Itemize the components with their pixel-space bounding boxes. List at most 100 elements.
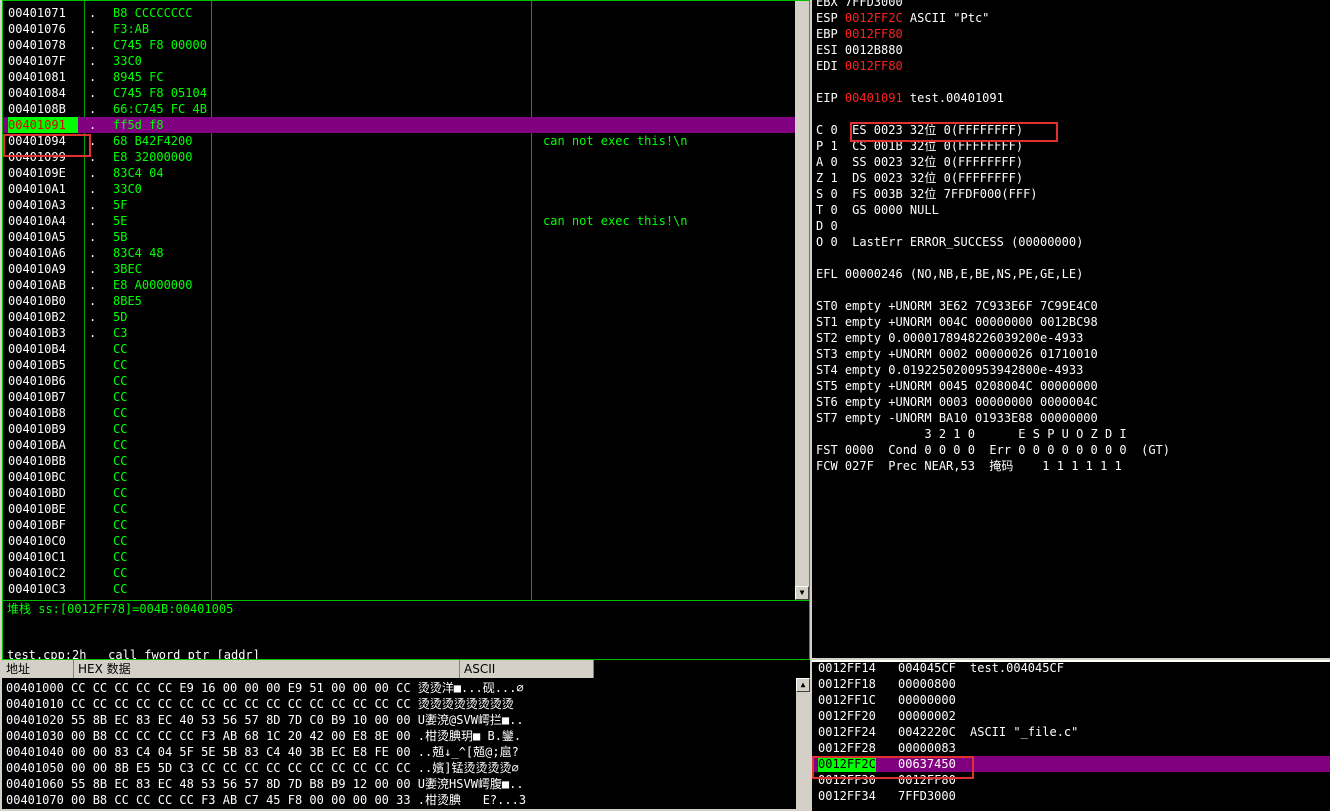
stack-address: 0012FF24 [818,725,876,739]
register-line[interactable]: ST3 empty +UNORM 0002 00000026 01710010 [816,346,1098,362]
disassembly-row[interactable]: 004010C3CCint3 [3,581,795,597]
disassembly-row[interactable]: 00401091.ff5d f8call far fword ptr ss:[e… [3,117,795,133]
disassembly-row[interactable]: 004010C1CCint3 [3,549,795,565]
register-line[interactable]: FCW 027F Prec NEAR,53 掩码 1 1 1 1 1 1 [816,458,1122,474]
disassembly-row[interactable]: 004010A1.33C0xor eax,eax [3,181,795,197]
highlight-box [850,122,1058,142]
instruction-address: 004010B5 [8,358,66,372]
disassembly-row[interactable]: 00401078.C745 F8 00000mov dword ptr ss:[… [3,37,795,53]
stack-row[interactable]: 0012FF1C 00000000 [812,692,1330,708]
disassembly-row[interactable]: 004010B4CCint3 [3,341,795,357]
dump-row[interactable]: 00401020 55 8B EC 83 EC 40 53 56 57 8D 7… [6,712,524,728]
register-line[interactable]: ST4 empty 0.0192250200953942800e-4933 [816,362,1083,378]
register-line[interactable]: EFL 00000246 (NO,NB,E,BE,NS,PE,GE,LE) [816,266,1083,282]
disassembly-row[interactable]: 004010B0.8BE5mov esp,ebp [3,293,795,309]
disassembly-row[interactable]: 004010B9CCint3 [3,421,795,437]
disassembly-row[interactable]: 004010A4.5Epop esican not exec this!\n [3,213,795,229]
register-line[interactable]: A 0 SS 0023 32位 0(FFFFFFFF) [816,154,1023,170]
register-line[interactable]: O 0 LastErr ERROR_SUCCESS (00000000) [816,234,1083,250]
stack-row[interactable]: 0012FF20 00000002 [812,708,1330,724]
disassembly-row[interactable]: 004010A6.83C4 48add esp,0x48 [3,245,795,261]
disassembly-row[interactable]: 004010B2.5Dpop ebp [3,309,795,325]
disassembly-row[interactable]: 004010A9.3BECcmp ebp,esp [3,261,795,277]
scroll-up-icon[interactable]: ▲ [796,678,810,692]
dump-header-hex[interactable]: HEX 数据 [74,660,460,678]
disassembly-scrollbar[interactable]: ▼ [795,1,809,600]
disassembly-row[interactable]: 00401084.C745 F8 05104mov dword ptr ss:[… [3,85,795,101]
disassembly-row[interactable]: 004010C2CCint3 [3,565,795,581]
disassembly-pane[interactable]: 00401071.B8 CCCCCCCCmov eax,0xCCCCCCCC00… [2,0,810,601]
disassembly-row[interactable]: 0040107F.33C0xor eax,eax [3,53,795,69]
disassembly-row[interactable]: 004010B8CCint3 [3,405,795,421]
register-line[interactable]: ST1 empty +UNORM 004C 00000000 0012BC98 [816,314,1098,330]
register-line[interactable]: ESI 0012B880 [816,42,903,58]
disassembly-row[interactable]: 00401081.8945 FCmov dword ptr ss:[ebp-0x… [3,69,795,85]
register-line[interactable]: EIP 00401091 test.00401091 [816,90,1004,106]
scroll-down-icon[interactable]: ▼ [795,586,809,600]
register-line[interactable]: ST7 empty -UNORM BA10 01933E88 00000000 [816,410,1098,426]
dump-header-ascii[interactable]: ASCII [460,660,594,678]
dump-row[interactable]: 00401000 CC CC CC CC CC E9 16 00 00 00 E… [6,680,524,696]
instruction-bytes: CC [113,374,128,388]
disassembly-row[interactable]: 004010AB.E8 A0000000call test._chkespleB… [3,277,795,293]
disassembly-row[interactable]: 004010BBCCint3 [3,453,795,469]
dump-row[interactable]: 00401030 00 B8 CC CC CC CC F3 AB 68 1C 2… [6,728,521,744]
register-line[interactable]: EBX 7FFD3000 [816,0,903,10]
disassembly-row[interactable]: 00401099.E8 32000000call test.printfgvdb… [3,149,795,165]
register-line[interactable]: ESP 0012FF2C ASCII "Ptc" [816,10,989,26]
stack-row[interactable]: 0012FF18 00000800 [812,676,1330,692]
register-line[interactable]: T 0 GS 0000 NULL [816,202,939,218]
instruction-bytes: 5B [113,230,128,244]
disassembly-row[interactable]: 004010BFCCint3 [3,517,795,533]
register-line[interactable]: ST5 empty +UNORM 0045 0208004C 00000000 [816,378,1098,394]
disassembly-row[interactable]: 004010BACCint3 [3,437,795,453]
register-line[interactable]: Z 1 DS 0023 32位 0(FFFFFFFF) [816,170,1023,186]
stack-row[interactable]: 0012FF24 0042220C ASCII "_file.c" [812,724,1330,740]
disassembly-row[interactable]: 004010B6CCint3 [3,373,795,389]
dump-row[interactable]: 00401070 00 B8 CC CC CC CC F3 AB C7 45 F… [6,792,526,808]
register-line[interactable]: EBP 0012FF80 [816,26,903,42]
register-line[interactable]: ST0 empty +UNORM 3E62 7C933E6F 7C99E4C0 [816,298,1098,314]
register-line[interactable]: EDI 0012FF80 [816,58,903,74]
disassembly-row[interactable]: 0040109E.83C4 04add esp,0x4 [3,165,795,181]
register-line[interactable]: ST2 empty 0.0000178948226039200e-4933 [816,330,1083,346]
dump-row[interactable]: 00401010 CC CC CC CC CC CC CC CC CC CC C… [6,696,514,712]
stack-row[interactable]: 0012FF28 00000083 [812,740,1330,756]
dump-header-address[interactable]: 地址 [2,660,74,678]
register-line[interactable]: ST6 empty +UNORM 0003 00000000 0000004C [816,394,1098,410]
disassembly-row[interactable]: 004010A5.5Bpop ebx [3,229,795,245]
stack-row[interactable]: 0012FF34 7FFD3000 [812,788,1330,804]
stack-pane[interactable]: 0012FF14 004045CF test.004045CF 0012FF18 000… [812,660,1330,811]
register-line[interactable]: S 0 FS 003B 32位 7FFDF000(FFF) [816,186,1038,202]
disassembly-row[interactable]: 004010BDCCint3 [3,485,795,501]
disassembly-row[interactable]: 004010BECCint3 [3,501,795,517]
instruction-marker: . [89,198,97,212]
instruction-marker: . [89,182,97,196]
instruction-address: 004010B3 [8,326,66,340]
disassembly-row[interactable]: 004010B3.C3retn [3,325,795,341]
disassembly-row[interactable]: 004010A3.5Fpop edi [3,197,795,213]
disassembly-row[interactable]: 00401071.B8 CCCCCCCCmov eax,0xCCCCCCCC [3,5,795,21]
disassembly-row[interactable]: 004010C0CCint3 [3,533,795,549]
instruction-bytes: E8 A0000000 [113,278,193,292]
dump-row[interactable]: 00401060 55 8B EC 83 EC 48 53 56 57 8D 7… [6,776,524,792]
disassembly-row[interactable]: 004010B5CCint3 [3,357,795,373]
stack-row[interactable]: 0012FF14 004045CF test.004045CF [812,662,1330,676]
disassembly-row[interactable]: 004010BCCCint3 [3,469,795,485]
registers-pane[interactable]: EBX 7FFD3000 ESP 0012FF2C ASCII "Ptc" EBP … [812,0,1330,658]
register-line[interactable]: D 0 [816,218,838,234]
memory-dump-pane[interactable]: 地址 HEX 数据 ASCII 00401000 CC CC CC CC CC … [2,660,810,809]
register-line[interactable]: 3 2 1 0 E S P U O Z D I [816,426,1126,442]
disassembly-row[interactable]: 00401094.68 B42F4200push test.00422FB4ca… [3,133,795,149]
disassembly-row[interactable]: 0040108B.66:C745 FC 4Bmov word ptr ss:[e… [3,101,795,117]
instruction-marker: . [89,86,97,100]
stack-address: 0012FF34 [818,789,876,803]
register-line[interactable]: FST 0000 Cond 0 0 0 0 Err 0 0 0 0 0 0 0 … [816,442,1170,458]
dump-row[interactable]: 00401050 00 00 8B E5 5D C3 CC CC CC CC C… [6,760,519,776]
instruction-marker: . [89,54,97,68]
disassembly-row[interactable]: 004010B7CCint3 [3,389,795,405]
instruction-marker: . [89,38,97,52]
disassembly-row[interactable]: 00401076.F3:ABrep stos dword ptr es:[edi… [3,21,795,37]
dump-row[interactable]: 00401040 00 00 83 C4 04 5F 5E 5B 83 C4 4… [6,744,519,760]
dump-scrollbar[interactable]: ▲ [796,678,810,809]
